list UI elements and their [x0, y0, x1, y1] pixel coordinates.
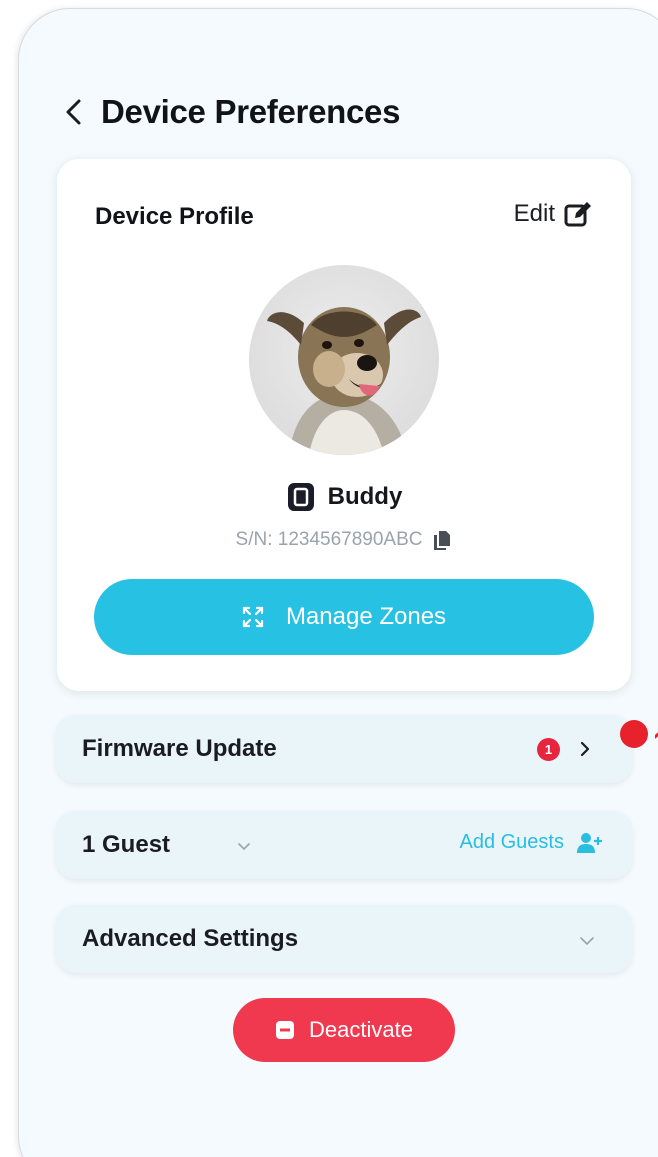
- copy-icon[interactable]: [432, 529, 452, 551]
- chevron-right-icon: [580, 741, 590, 757]
- manage-zones-label: Manage Zones: [285, 603, 447, 630]
- edit-label: Edit: [513, 200, 555, 227]
- add-guests-label: Add Guests: [459, 831, 564, 853]
- edit-button[interactable]: Edit: [514, 199, 593, 229]
- guest-count-label: 1 Guest: [82, 831, 171, 858]
- app-screen: Device Preferences Device Profile Edit B…: [18, 8, 658, 1157]
- device-icon: [287, 483, 314, 511]
- card-title: Device Profile: [95, 203, 254, 230]
- edit-icon: [564, 202, 591, 227]
- device-name: Buddy: [327, 483, 403, 510]
- firmware-update-row[interactable]: Firmware Update 1: [56, 715, 632, 783]
- annotation-dot: [620, 720, 648, 748]
- serial-number: S/N: 1234567890ABC: [235, 529, 423, 550]
- add-user-icon: [577, 832, 602, 853]
- guests-row: 1 Guest Add Guests: [56, 811, 632, 879]
- chevron-down-icon: [580, 937, 594, 945]
- pet-avatar: [249, 265, 439, 455]
- notification-badge: 1: [537, 738, 560, 761]
- deactivate-label: Deactivate: [309, 1017, 413, 1042]
- page-title: Device Preferences: [101, 93, 401, 130]
- firmware-update-label: Firmware Update: [82, 735, 277, 762]
- advanced-settings-row[interactable]: Advanced Settings: [56, 905, 632, 973]
- device-name-row: Buddy: [57, 481, 631, 513]
- chevron-down-icon[interactable]: [238, 843, 250, 851]
- add-guests-button[interactable]: Add Guests: [459, 831, 602, 854]
- device-profile-card: Device Profile Edit Buddy S/N: 123456789…: [57, 159, 631, 691]
- header: Device Preferences: [63, 93, 400, 131]
- manage-zones-button[interactable]: Manage Zones: [94, 579, 594, 655]
- expand-icon: [242, 606, 264, 628]
- deactivate-button[interactable]: Deactivate: [233, 998, 455, 1062]
- advanced-settings-label: Advanced Settings: [82, 925, 299, 952]
- dog-photo: [267, 307, 421, 455]
- minus-square-icon: [276, 1021, 295, 1039]
- chevron-left-icon[interactable]: [63, 96, 85, 128]
- serial-row: S/N: 1234567890ABC: [57, 529, 631, 551]
